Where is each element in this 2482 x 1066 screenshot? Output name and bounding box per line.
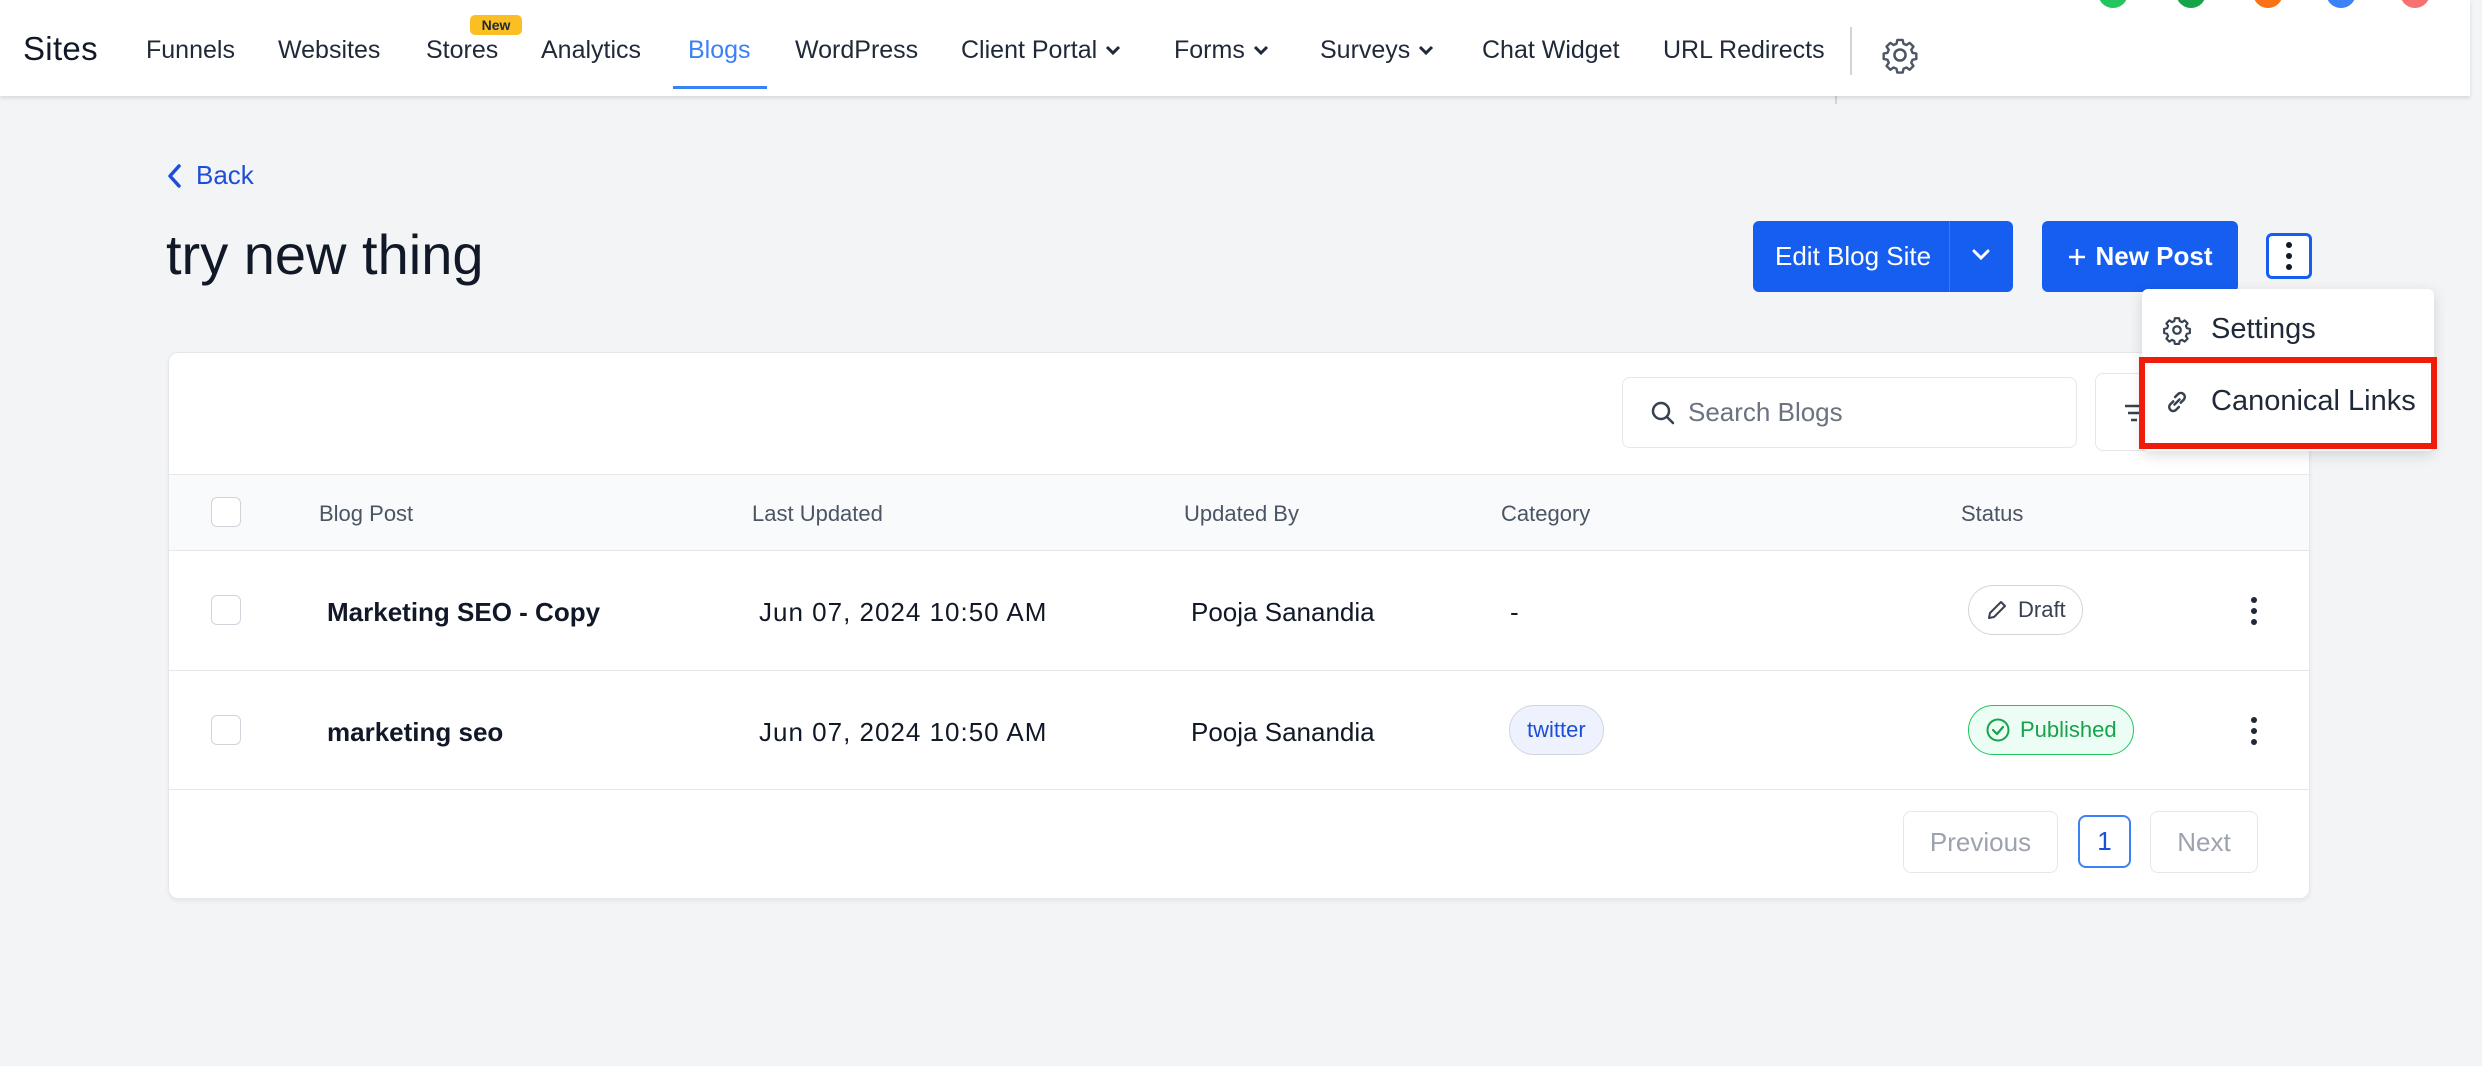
search-icon xyxy=(1651,401,1675,424)
status-badge: Draft xyxy=(1968,585,2083,635)
back-label: Back xyxy=(196,160,254,190)
avatar[interactable] xyxy=(2098,0,2128,8)
kebab-dot xyxy=(2251,717,2257,723)
select-all-checkbox[interactable] xyxy=(211,497,241,527)
nav-surveys[interactable]: Surveys xyxy=(1320,36,1434,65)
category-label: twitter xyxy=(1527,717,1586,742)
status-badge: Published xyxy=(1968,705,2134,755)
avatar[interactable] xyxy=(2400,0,2430,8)
row-divider xyxy=(169,670,2309,671)
category-tag: twitter xyxy=(1509,705,1604,755)
kebab-dot xyxy=(2286,242,2292,248)
nav-forms-label: Forms xyxy=(1174,36,1245,64)
new-post-label: New Post xyxy=(2095,241,2213,271)
menu-item-canonical-links[interactable]: Canonical Links xyxy=(2162,385,2416,418)
nav-client-portal-label: Client Portal xyxy=(961,36,1098,64)
kebab-dot xyxy=(2251,608,2257,614)
chevron-down-icon xyxy=(1419,45,1434,56)
nav-surveys-label: Surveys xyxy=(1320,36,1411,64)
status-label: Draft xyxy=(2018,597,2066,622)
row-actions-button[interactable] xyxy=(2249,717,2259,745)
nav-funnels[interactable]: Funnels xyxy=(146,36,235,65)
nav-blogs[interactable]: Blogs xyxy=(688,36,751,65)
pencil-icon xyxy=(1988,601,2006,619)
kebab-dot xyxy=(2251,739,2257,745)
status-label: Published xyxy=(2020,717,2117,742)
row-checkbox[interactable] xyxy=(211,595,241,625)
active-nav-indicator xyxy=(673,86,767,89)
menu-item-settings[interactable]: Settings xyxy=(2162,313,2316,346)
avatar[interactable] xyxy=(2253,0,2283,8)
avatar[interactable] xyxy=(2176,0,2206,8)
new-post-button[interactable]: New Post xyxy=(2042,221,2238,292)
kebab-dot xyxy=(2251,728,2257,734)
row-checkbox[interactable] xyxy=(211,715,241,745)
edit-blog-site-label: Edit Blog Site xyxy=(1775,241,1932,271)
top-nav: Sites Funnels Websites New Stores Analyt… xyxy=(0,0,2470,96)
row-category: - xyxy=(1510,597,1519,627)
menu-item-canonical-links-label: Canonical Links xyxy=(2211,385,2416,417)
row-post-title[interactable]: Marketing SEO - Copy xyxy=(327,597,600,628)
row-updated-by: Pooja Sanandia xyxy=(1191,717,1375,747)
search-input[interactable]: Search Blogs xyxy=(1622,377,2077,448)
menu-item-settings-label: Settings xyxy=(2211,313,2316,345)
nav-wordpress[interactable]: WordPress xyxy=(795,36,918,65)
gear-icon xyxy=(2163,316,2191,345)
gear-icon[interactable] xyxy=(1881,36,1919,74)
page-number-button[interactable]: 1 xyxy=(2078,815,2131,868)
avatar[interactable] xyxy=(2326,0,2356,8)
edit-blog-site-button[interactable]: Edit Blog Site xyxy=(1753,221,2013,292)
nav-stores[interactable]: Stores xyxy=(426,36,498,65)
nav-analytics[interactable]: Analytics xyxy=(541,36,641,65)
more-options-button[interactable] xyxy=(2266,233,2312,279)
plus-icon xyxy=(2069,248,2086,265)
nav-url-redirects[interactable]: URL Redirects xyxy=(1663,36,1825,65)
button-divider xyxy=(1949,221,1950,292)
new-badge: New xyxy=(470,15,522,35)
row-updated-by: Pooja Sanandia xyxy=(1191,597,1375,627)
chevron-down-icon[interactable] xyxy=(1971,247,1991,263)
brand-title: Sites xyxy=(23,30,98,67)
nav-forms[interactable]: Forms xyxy=(1174,36,1269,65)
column-header-blog-post[interactable]: Blog Post xyxy=(319,501,413,527)
nav-websites[interactable]: Websites xyxy=(278,36,380,65)
next-page-button[interactable]: Next xyxy=(2150,811,2258,873)
page-title: try new thing xyxy=(166,223,484,286)
previous-page-button[interactable]: Previous xyxy=(1903,811,2058,873)
kebab-dot xyxy=(2251,619,2257,625)
column-header-status[interactable]: Status xyxy=(1961,501,2023,527)
row-last-updated: Jun 07, 2024 10:50 AM xyxy=(759,597,1048,627)
filter-icon xyxy=(2125,404,2143,422)
search-placeholder: Search Blogs xyxy=(1688,397,1843,427)
back-link[interactable]: Back xyxy=(166,160,254,191)
chevron-left-icon xyxy=(168,163,181,188)
chevron-down-icon xyxy=(1106,45,1121,56)
nav-divider xyxy=(1850,27,1852,75)
column-header-category[interactable]: Category xyxy=(1501,501,1590,527)
column-header-updated-by[interactable]: Updated By xyxy=(1184,501,1299,527)
kebab-dot xyxy=(2286,264,2292,270)
nav-chat-widget[interactable]: Chat Widget xyxy=(1482,36,1620,65)
kebab-dot xyxy=(2286,253,2292,259)
row-actions-button[interactable] xyxy=(2249,597,2259,625)
row-divider xyxy=(169,789,2309,790)
check-circle-icon xyxy=(1986,718,2010,742)
row-post-title[interactable]: marketing seo xyxy=(327,717,503,748)
link-icon xyxy=(2168,391,2186,412)
kebab-dot xyxy=(2251,597,2257,603)
chevron-down-icon xyxy=(1253,45,1268,56)
column-header-last-updated[interactable]: Last Updated xyxy=(752,501,883,527)
nav-client-portal[interactable]: Client Portal xyxy=(961,36,1121,65)
row-last-updated: Jun 07, 2024 10:50 AM xyxy=(759,717,1048,747)
